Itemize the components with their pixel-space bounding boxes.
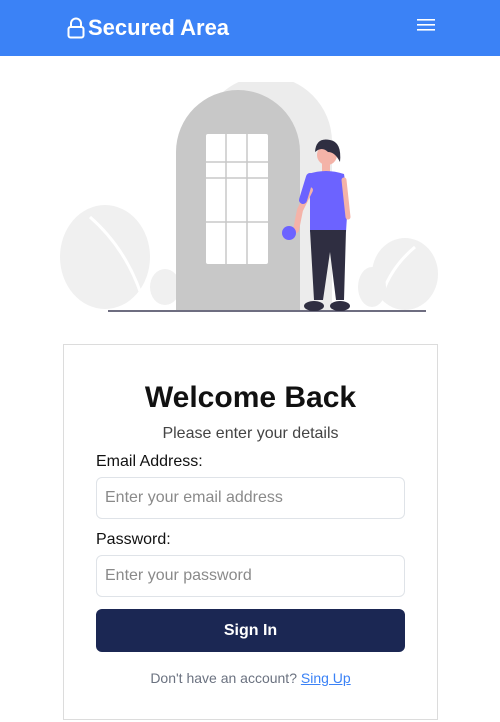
login-card: Welcome Back Please enter your details E…: [63, 344, 438, 720]
brand-link[interactable]: Secured Area: [66, 0, 229, 56]
page-title: Welcome Back: [144, 381, 357, 414]
brand-label: Secured Area: [88, 15, 230, 40]
password-label: Password:: [96, 531, 171, 548]
signup-prompt-text: Don't have an account?: [150, 670, 297, 686]
navbar: Secured Area: [0, 0, 500, 56]
signup-prompt: Don't have an account? Sing Up: [64, 670, 437, 686]
password-field[interactable]: [96, 555, 405, 597]
lock-icon: [66, 16, 86, 40]
hamburger-menu-icon: [416, 17, 436, 38]
menu-button[interactable]: [412, 13, 440, 41]
sign-in-button[interactable]: Sign In: [96, 609, 405, 652]
page-subtitle: Please enter your details: [162, 425, 339, 442]
email-field[interactable]: [96, 477, 405, 519]
person-at-door-illustration: [60, 76, 440, 317]
sign-up-link[interactable]: Sing Up: [301, 670, 351, 686]
email-label: Email Address:: [96, 453, 203, 470]
